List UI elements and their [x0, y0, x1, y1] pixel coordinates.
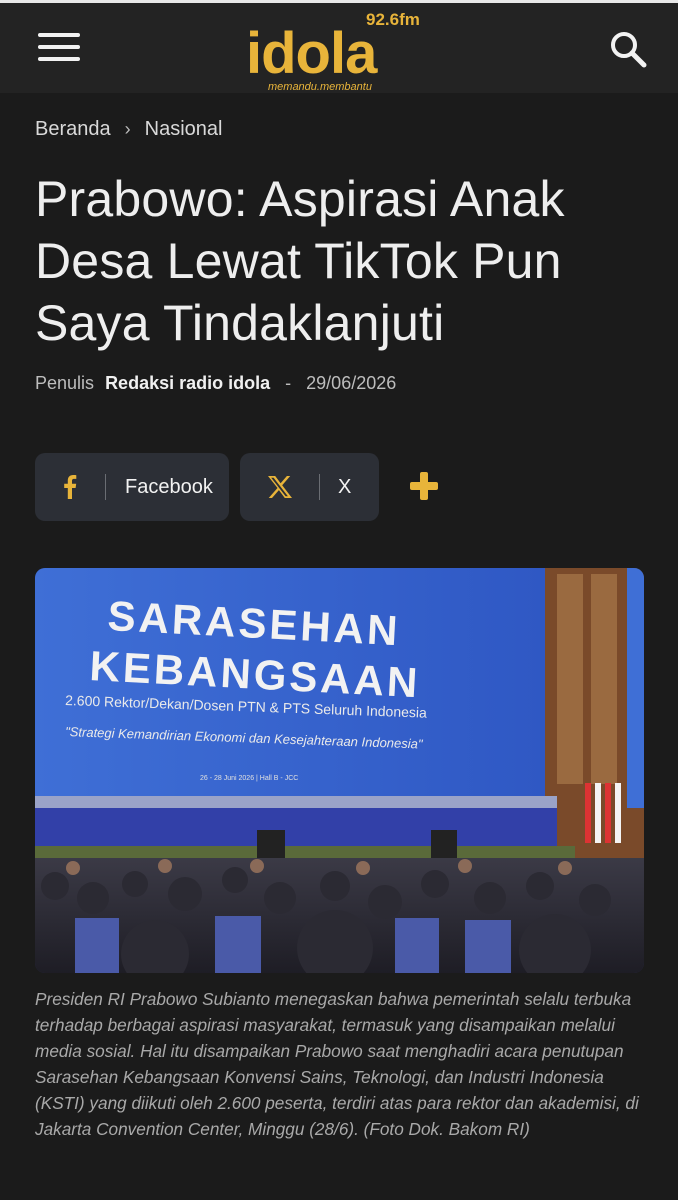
site-logo[interactable]: 92.6fm idola memandu.membantu [246, 7, 436, 93]
breadcrumb-home-link[interactable]: Beranda [35, 118, 111, 141]
meta-separator: - [285, 373, 292, 393]
share-facebook-button[interactable]: Facebook [35, 453, 229, 521]
chevron-right-icon: › [124, 119, 131, 139]
author-link[interactable]: Redaksi radio idola [105, 373, 270, 393]
hamburger-menu-icon[interactable] [38, 31, 80, 65]
author-prefix: Penulis [35, 373, 95, 393]
facebook-icon [64, 475, 77, 499]
share-x-button[interactable]: X [240, 453, 379, 521]
x-label: X [338, 475, 352, 498]
breadcrumb-section-link[interactable]: Nasional [145, 118, 223, 141]
banner-date: 26 - 28 Juni 2026 | Hall B - JCC [200, 775, 298, 782]
plus-icon[interactable] [406, 468, 442, 504]
photo-caption: Presiden RI Prabowo Subianto menegaskan … [35, 989, 639, 1139]
logo-tagline: memandu.membantu [268, 81, 372, 93]
logo-text: idola [246, 21, 378, 86]
top-navigation-bar: 92.6fm idola memandu.membantu [0, 0, 678, 93]
x-logo-icon [267, 476, 292, 498]
article-meta: Penulis Redaksi radio idola - 29/06/2026 [35, 373, 396, 394]
divider [105, 474, 106, 500]
article-photo: SARASEHAN KEBANGSAAN 2.600 Rektor/Dekan/… [35, 568, 644, 973]
divider [319, 474, 320, 500]
facebook-label: Facebook [125, 475, 213, 498]
event-photo-illustration: SARASEHAN KEBANGSAAN 2.600 Rektor/Dekan/… [35, 568, 644, 973]
breadcrumb: Beranda › Nasional [35, 118, 222, 141]
publish-date: 29/06/2026 [306, 373, 397, 393]
article-title: Prabowo: Aspirasi Anak Desa Lewat TikTok… [35, 171, 565, 351]
search-icon[interactable] [608, 29, 648, 69]
